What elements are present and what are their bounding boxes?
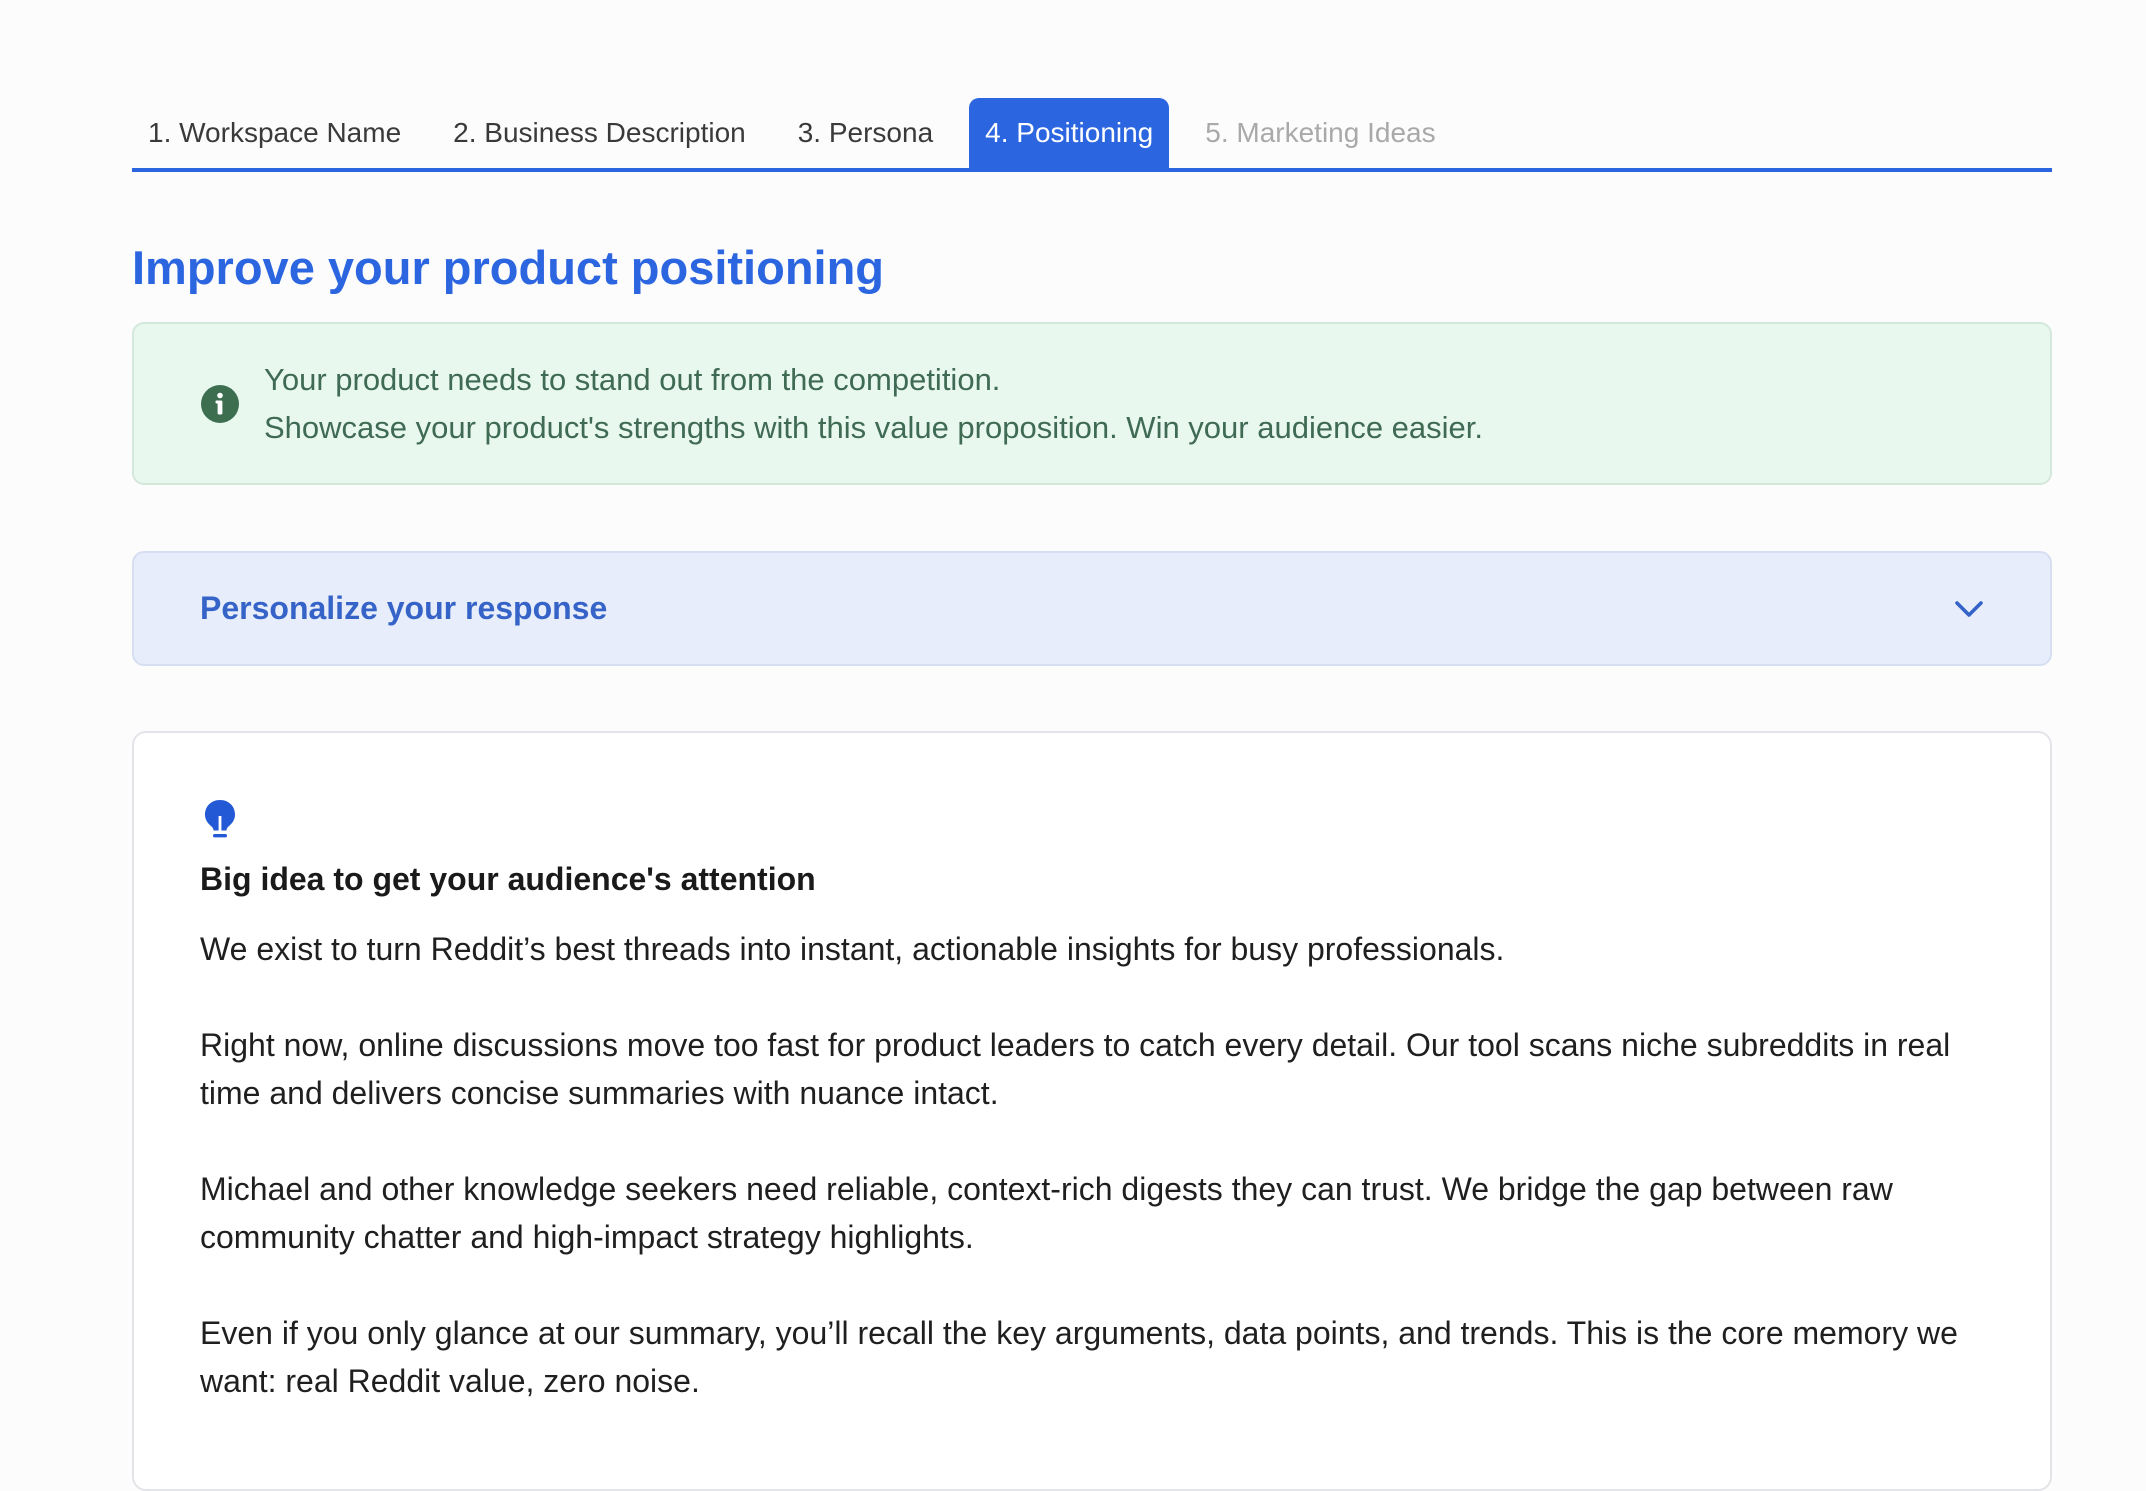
chevron-down-icon[interactable]: [1952, 592, 1986, 626]
info-icon: [201, 384, 239, 423]
paragraph: Michael and other knowledge seekers need…: [200, 1171, 1893, 1255]
info-line-1: Your product needs to stand out from the…: [264, 361, 1001, 397]
info-banner: Your product needs to stand out from the…: [132, 322, 2052, 485]
tab-positioning[interactable]: 4. Positioning: [969, 98, 1170, 168]
big-idea-card: Big idea to get your audience's attentio…: [132, 731, 2052, 1491]
personalize-accordion[interactable]: Personalize your response: [132, 551, 2052, 666]
tab-workspace-name[interactable]: 1. Workspace Name: [132, 98, 417, 168]
paragraph: Even if you only glance at our summary, …: [200, 1315, 1958, 1399]
step-tabs: 1. Workspace Name 2. Business Descriptio…: [132, 98, 2052, 172]
tab-marketing-ideas[interactable]: 5. Marketing Ideas: [1189, 98, 1451, 168]
tab-persona[interactable]: 3. Persona: [782, 98, 949, 168]
info-line-2: Showcase your product's strengths with t…: [264, 409, 1484, 445]
lightbulb-icon: [205, 800, 235, 838]
paragraph: Right now, online discussions move too f…: [200, 1027, 1951, 1111]
tab-business-description[interactable]: 2. Business Description: [437, 98, 762, 168]
card-body: We exist to turn Reddit’s best threads i…: [200, 925, 1984, 1405]
accordion-title: Personalize your response: [200, 590, 608, 626]
paragraph: We exist to turn Reddit’s best threads i…: [200, 931, 1505, 967]
card-title: Big idea to get your audience's attentio…: [200, 861, 816, 897]
info-text: Your product needs to stand out from the…: [264, 356, 1483, 452]
page-title: Improve your product positioning: [132, 241, 884, 294]
